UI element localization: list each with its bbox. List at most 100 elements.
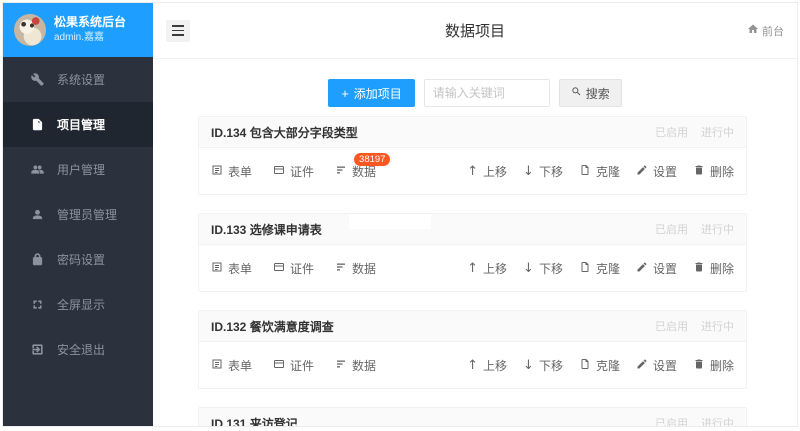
sidebar-item-label: 安全退出 — [57, 341, 105, 358]
move-up-link[interactable]: ↑ 上移 — [467, 163, 507, 180]
move-down-link[interactable]: ↓ 下移 — [523, 357, 563, 374]
search-input[interactable] — [424, 79, 550, 107]
status-progress-badge[interactable]: 进行中 — [701, 318, 734, 334]
pencil-icon — [636, 261, 648, 276]
status-enabled-badge[interactable]: 已启用 — [655, 221, 688, 237]
form-icon — [211, 164, 223, 179]
arrow-down-icon: ↓ — [523, 359, 534, 372]
pencil-icon — [636, 164, 648, 179]
form-icon — [211, 261, 223, 276]
search-button[interactable]: 搜索 — [559, 79, 622, 107]
project-title: ID.132 餐饮满意度调查 — [211, 318, 334, 335]
delete-link[interactable]: 删除 — [693, 260, 734, 277]
topbar: 数据项目 前台 — [153, 3, 797, 59]
delete-link[interactable]: 删除 — [693, 163, 734, 180]
project-card: ID.133 选修课申请表 已启用 进行中 表单 — [198, 213, 747, 292]
project-list: ID.134 包含大部分字段类型 已启用 进行中 表单 — [153, 107, 797, 426]
trash-icon — [693, 261, 705, 276]
move-down-link[interactable]: ↓ 下移 — [523, 163, 563, 180]
arrow-up-icon: ↑ — [467, 165, 478, 178]
arrow-up-icon: ↑ — [467, 262, 478, 275]
form-icon — [211, 358, 223, 373]
sidebar-nav: 系统设置 项目管理 用户管理 管理员管理 — [3, 57, 153, 372]
settings-link[interactable]: 设置 — [636, 357, 677, 374]
settings-link[interactable]: 设置 — [636, 260, 677, 277]
status-progress-badge[interactable]: 进行中 — [701, 221, 734, 237]
id-card-icon — [273, 358, 285, 373]
clone-link[interactable]: 克隆 — [579, 357, 620, 374]
project-card: ID.131 来访登记 已启用 进行中 表单 — [198, 407, 747, 426]
move-down-link[interactable]: ↓ 下移 — [523, 260, 563, 277]
data-icon — [335, 358, 347, 373]
sidebar-item-label: 密码设置 — [57, 251, 105, 268]
project-title: ID.131 来访登记 — [211, 415, 298, 427]
users-icon — [30, 163, 44, 177]
sidebar-item-label: 全屏显示 — [57, 296, 105, 313]
pencil-icon — [636, 358, 648, 373]
sidebar-item-label: 管理员管理 — [57, 206, 117, 223]
toolbar: + 添加项目 搜索 — [153, 79, 797, 107]
sidebar-item-password-settings[interactable]: 密码设置 — [3, 237, 153, 282]
move-up-link[interactable]: ↑ 上移 — [467, 357, 507, 374]
delete-link[interactable]: 删除 — [693, 357, 734, 374]
project-card: ID.132 餐饮满意度调查 已启用 进行中 表单 — [198, 310, 747, 389]
status-enabled-badge[interactable]: 已启用 — [655, 415, 688, 426]
sidebar-item-logout[interactable]: 安全退出 — [3, 327, 153, 372]
form-link[interactable]: 表单 — [211, 163, 252, 180]
certificate-link[interactable]: 证件 — [273, 357, 314, 374]
form-link[interactable]: 表单 — [211, 357, 252, 374]
plus-icon: + — [341, 87, 349, 100]
brand-title: 松果系统后台 — [54, 15, 126, 30]
sidebar-item-fullscreen[interactable]: 全屏显示 — [3, 282, 153, 327]
sidebar-item-label: 系统设置 — [57, 71, 105, 88]
status-enabled-badge[interactable]: 已启用 — [655, 124, 688, 140]
data-icon — [335, 261, 347, 276]
app-window: 松果系统后台 admin.嘉嘉 系统设置 项目管理 用户管 — [2, 2, 798, 427]
lock-icon — [30, 253, 44, 267]
status-enabled-badge[interactable]: 已启用 — [655, 318, 688, 334]
sidebar-item-admin-management[interactable]: 管理员管理 — [3, 192, 153, 237]
page-title: 数据项目 — [153, 20, 797, 41]
id-card-icon — [273, 261, 285, 276]
data-icon — [335, 164, 347, 179]
frontend-link-label: 前台 — [762, 23, 784, 39]
clone-link[interactable]: 克隆 — [579, 163, 620, 180]
wrench-icon — [30, 73, 44, 87]
clone-icon — [579, 261, 591, 276]
hamburger-menu-button[interactable] — [166, 20, 190, 42]
move-up-link[interactable]: ↑ 上移 — [467, 260, 507, 277]
fullscreen-icon — [30, 298, 44, 312]
sidebar-item-label: 项目管理 — [57, 116, 105, 133]
project-title: ID.134 包含大部分字段类型 — [211, 124, 358, 141]
certificate-link[interactable]: 证件 — [273, 260, 314, 277]
brand-header: 松果系统后台 admin.嘉嘉 — [3, 3, 153, 57]
add-project-button[interactable]: + 添加项目 — [328, 79, 415, 107]
sidebar-item-project-management[interactable]: 项目管理 — [3, 102, 153, 147]
search-icon — [571, 86, 582, 100]
status-progress-badge[interactable]: 进行中 — [701, 415, 734, 426]
logout-icon — [30, 343, 44, 357]
user-icon — [30, 208, 44, 222]
project-title: ID.133 选修课申请表 — [211, 221, 322, 238]
certificate-link[interactable]: 证件 — [273, 163, 314, 180]
clone-icon — [579, 358, 591, 373]
data-link[interactable]: 数据 38197 — [335, 163, 376, 180]
status-progress-badge[interactable]: 进行中 — [701, 124, 734, 140]
avatar[interactable] — [14, 14, 46, 46]
data-link[interactable]: 数据 — [335, 357, 376, 374]
frontend-link[interactable]: 前台 — [747, 23, 784, 39]
sidebar-item-system-settings[interactable]: 系统设置 — [3, 57, 153, 102]
trash-icon — [693, 358, 705, 373]
arrow-up-icon: ↑ — [467, 359, 478, 372]
sidebar-item-user-management[interactable]: 用户管理 — [3, 147, 153, 192]
brand-subtitle: admin.嘉嘉 — [54, 32, 126, 45]
data-link[interactable]: 数据 — [335, 260, 376, 277]
settings-link[interactable]: 设置 — [636, 163, 677, 180]
clone-link[interactable]: 克隆 — [579, 260, 620, 277]
file-icon — [30, 118, 44, 132]
arrow-down-icon: ↓ — [523, 165, 534, 178]
home-icon — [747, 23, 759, 38]
form-link[interactable]: 表单 — [211, 260, 252, 277]
content-area: + 添加项目 搜索 ID.134 包含大部分字段类型 — [153, 59, 797, 426]
redaction-patch — [349, 214, 431, 229]
